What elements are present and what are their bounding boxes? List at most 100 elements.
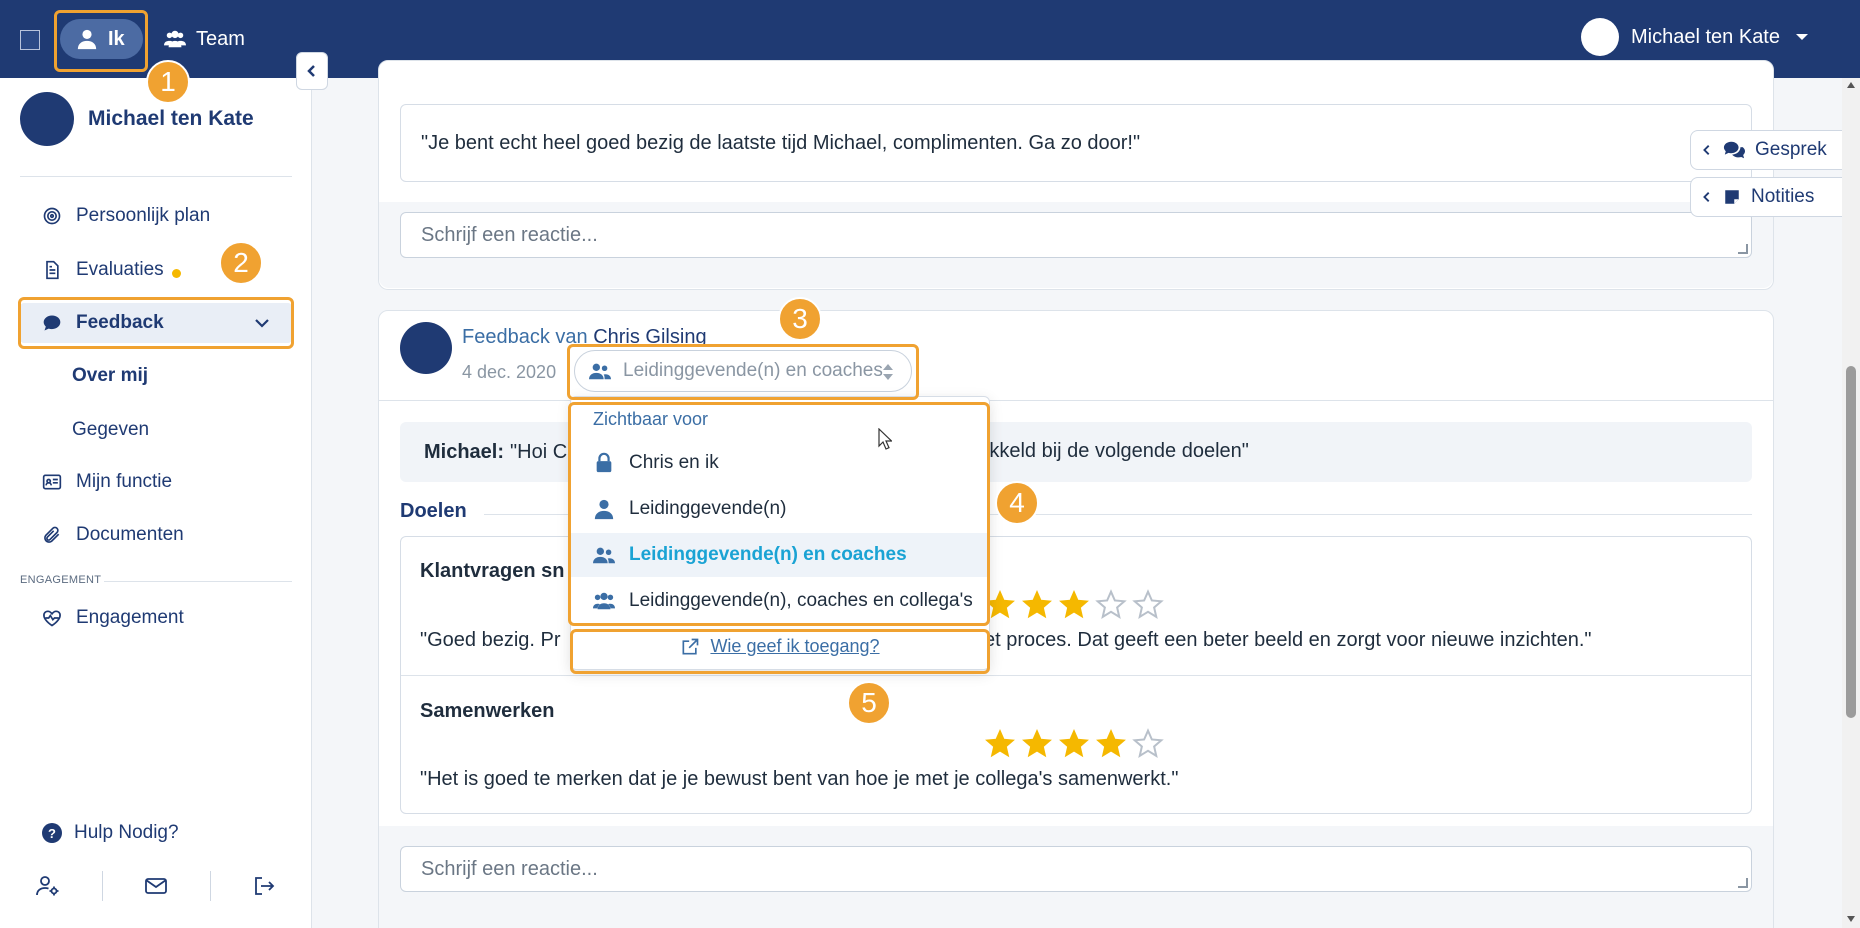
reply-placeholder: Schrijf een reactie... — [421, 857, 598, 880]
scrollbar[interactable] — [1842, 78, 1860, 928]
goal-title: Samenwerken — [420, 700, 555, 722]
sidebar-collapse-button[interactable] — [296, 52, 328, 90]
logo-image[interactable] — [20, 30, 40, 50]
reply-input[interactable]: Schrijf een reactie... — [400, 846, 1752, 892]
message-text-start: "Hoi C — [510, 440, 568, 463]
divider — [209, 871, 211, 901]
sticky-note-icon — [1725, 190, 1739, 204]
user-avatar — [1581, 18, 1620, 56]
sidebar-item-label: Evaluaties — [76, 259, 164, 280]
message-author: Michael: — [424, 440, 505, 463]
star-filled-icon — [1022, 729, 1052, 758]
sidebar-subitem-over-mij[interactable]: Over mij — [72, 365, 148, 387]
paperclip-icon — [44, 526, 60, 543]
visibility-option-leidinggevenden-en-coaches[interactable]: Leidinggevende(n) en coaches — [571, 533, 989, 577]
visibility-option-leidinggevenden[interactable]: Leidinggevende(n) — [571, 487, 989, 531]
sidebar-item-label: Feedback — [76, 312, 164, 333]
star-filled-icon — [1096, 729, 1126, 758]
feedback-date: 4 dec. 2020 — [462, 362, 557, 382]
goal-comment: "Het is goed te merken dat je je bewust … — [420, 768, 1179, 790]
goal-title: Klantvragen sn — [420, 560, 565, 582]
tab-gesprek-label: Gesprek — [1755, 139, 1827, 160]
tab-notities-label: Notities — [1751, 186, 1815, 207]
star-rating — [984, 728, 1164, 760]
chevron-left-icon — [1703, 145, 1710, 155]
star-filled-icon — [985, 729, 1015, 758]
annotation-badge: 4 — [995, 481, 1039, 525]
star-empty-icon — [1132, 728, 1164, 758]
sidebar-item-label: Persoonlijk plan — [76, 205, 211, 226]
annotation-badge: 5 — [847, 681, 891, 725]
chevron-left-icon — [1703, 192, 1710, 202]
feedback-author[interactable]: Chris Gilsing — [593, 326, 706, 348]
scroll-up-icon[interactable] — [1847, 82, 1855, 88]
chevron-down-icon — [1796, 34, 1808, 40]
star-filled-icon — [1022, 590, 1052, 619]
scroll-down-icon[interactable] — [1847, 916, 1855, 922]
star-filled-icon — [1059, 590, 1089, 619]
updown-icon — [883, 363, 893, 381]
access-info-link[interactable]: Wie geef ik toegang? — [571, 623, 989, 669]
sidebar-item-persoonlijk-plan[interactable]: Persoonlijk plan — [20, 196, 292, 236]
option-label: Leidinggevende(n) — [629, 498, 787, 519]
id-card-icon — [42, 474, 62, 490]
star-empty-icon — [1132, 589, 1164, 619]
feedback-title: Feedback van Chris Gilsing — [462, 326, 707, 349]
sidebar-item-label: Documenten — [76, 524, 184, 545]
target-icon — [43, 207, 61, 225]
user-name: Michael ten Kate — [1631, 25, 1780, 48]
chat-icon — [43, 315, 61, 331]
logout-icon[interactable] — [252, 874, 276, 898]
users-icon — [164, 30, 186, 48]
nav-team-label: Team — [196, 27, 245, 50]
help-label: Hulp Nodig? — [74, 822, 179, 843]
sidebar: Michael ten Kate Persoonlijk plan Evalua… — [0, 78, 312, 928]
reply-input[interactable]: Schrijf een reactie... — [400, 212, 1752, 258]
visibility-dropdown: Zichtbaar voor Chris en ik Leidinggevend… — [570, 396, 990, 670]
profile-name: Michael ten Kate — [88, 107, 254, 130]
scroll-thumb[interactable] — [1846, 366, 1856, 718]
comments-icon — [1723, 141, 1745, 159]
sidebar-item-documenten[interactable]: Documenten — [20, 515, 292, 555]
tab-notities[interactable]: Notities — [1690, 177, 1860, 217]
help-link[interactable]: ? Hulp Nodig? — [42, 822, 179, 844]
sidebar-item-label: Mijn functie — [76, 471, 173, 492]
divider — [20, 176, 292, 177]
notification-dot — [171, 268, 181, 278]
users-group-icon — [593, 592, 615, 610]
reply-placeholder: Schrijf een reactie... — [421, 223, 598, 246]
user-icon — [77, 29, 97, 50]
goal-comment-start: "Goed bezig. Pr — [420, 629, 561, 651]
nav-ik-label: Ik — [108, 27, 125, 50]
annotation-badge: 3 — [778, 297, 822, 341]
heart-pulse-icon — [43, 610, 61, 627]
section-label-engagement: ENGAGEMENT — [20, 574, 102, 586]
user-menu[interactable]: Michael ten Kate — [1581, 18, 1808, 56]
external-link-icon — [682, 638, 699, 654]
visibility-option-chris-en-ik[interactable]: Chris en ik — [571, 441, 989, 485]
mail-icon[interactable] — [144, 874, 168, 898]
tab-gesprek[interactable]: Gesprek — [1690, 130, 1860, 170]
chevron-left-icon — [307, 65, 315, 77]
nav-ik-button[interactable]: Ik — [60, 19, 143, 59]
annotation-badge: 2 — [219, 241, 263, 285]
divider — [104, 581, 292, 582]
sidebar-item-engagement[interactable]: Engagement — [20, 598, 292, 638]
nav-team-button[interactable]: Team — [154, 19, 255, 59]
user-settings-icon[interactable] — [36, 874, 60, 898]
users-icon — [593, 547, 615, 564]
sidebar-subitem-gegeven[interactable]: Gegeven — [72, 419, 149, 441]
feedback-title-prefix: Feedback van — [462, 326, 588, 348]
sidebar-item-mijn-functie[interactable]: Mijn functie — [20, 462, 292, 502]
sidebar-item-feedback[interactable]: Feedback — [20, 303, 292, 343]
visibility-option-leidinggevenden-coaches-collegas[interactable]: Leidinggevende(n), coaches en collega's — [571, 579, 989, 623]
divider — [101, 871, 103, 901]
option-label: Leidinggevende(n) en coaches — [629, 544, 907, 565]
feedback-quote: "Je bent echt heel goed bezig de laatste… — [400, 104, 1752, 182]
sidebar-item-label: Engagement — [76, 607, 184, 628]
visibility-select[interactable]: Leidinggevende(n) en coaches — [574, 350, 912, 392]
chevron-down-icon[interactable] — [254, 315, 270, 331]
feedback-quote-text: "Je bent echt heel goed bezig de laatste… — [421, 131, 1141, 154]
sidebar-profile[interactable]: Michael ten Kate — [20, 92, 254, 146]
annotation-badge: 1 — [146, 60, 190, 104]
